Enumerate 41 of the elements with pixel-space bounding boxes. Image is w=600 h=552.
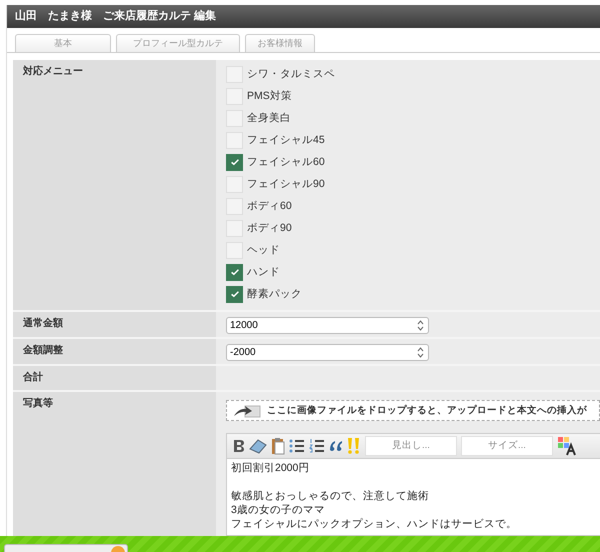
- eraser-icon[interactable]: [249, 438, 267, 454]
- field-label: 対応メニュー: [23, 66, 83, 77]
- option-label: ハンド: [247, 265, 280, 279]
- field-label: 写真等: [23, 398, 53, 409]
- option-label: 酵素パック: [247, 287, 302, 301]
- window-title: 山田 たまき様 ご来店履歴カルテ 編集: [7, 5, 600, 28]
- option-label: 全身美白: [247, 111, 291, 125]
- checkbox[interactable]: [226, 286, 243, 302]
- number-field[interactable]: -2000: [226, 344, 429, 361]
- field-label: 合計: [23, 372, 43, 383]
- drop-hint: ここに画像ファイルをドロップすると、アップロードと本文への挿入が: [267, 404, 587, 417]
- field-label: 通常金額: [23, 318, 63, 329]
- option-label: ボディ90: [247, 221, 292, 235]
- checkbox[interactable]: [226, 154, 243, 170]
- bold-icon[interactable]: [233, 439, 245, 453]
- size-select[interactable]: サイズ...: [461, 436, 553, 456]
- quote-icon[interactable]: [329, 440, 343, 452]
- tab[interactable]: プロフィール型カルテ: [116, 34, 240, 52]
- arrow-icon: [233, 404, 261, 418]
- option-label: フェイシャル60: [247, 155, 325, 169]
- field-label: 金額調整: [23, 345, 63, 356]
- option-label: フェイシャル45: [247, 133, 325, 147]
- text-color-icon[interactable]: [557, 436, 577, 456]
- drop-zone[interactable]: ここに画像ファイルをドロップすると、アップロードと本文への挿入が: [226, 400, 600, 421]
- option-label: PMS対策: [247, 89, 292, 103]
- badge-icon: [111, 545, 125, 552]
- bullet-list-icon[interactable]: [289, 439, 305, 453]
- spinner-icon[interactable]: [417, 347, 424, 358]
- numbered-list-icon[interactable]: [309, 439, 325, 453]
- clipboard-icon[interactable]: [271, 437, 285, 455]
- tab[interactable]: 基本: [15, 34, 111, 52]
- option-label: ボディ60: [247, 199, 292, 213]
- option-label: シワ・タルミスペ: [247, 67, 335, 81]
- tab[interactable]: お客様情報: [245, 34, 315, 52]
- option-label: ヘッド: [247, 243, 280, 257]
- heading-select[interactable]: 見出し...: [365, 436, 457, 456]
- number-field[interactable]: 12000: [226, 317, 429, 334]
- checkbox[interactable]: [226, 264, 243, 280]
- option-label: フェイシャル90: [247, 177, 325, 191]
- text-editor[interactable]: 初回割引2000円 敏感肌とおっしゃるので、注意して施術 3歳の女の子のママ フェイシャルにパックオプション、ハンドはサービスで。: [227, 459, 600, 535]
- spinner-icon[interactable]: [417, 320, 424, 331]
